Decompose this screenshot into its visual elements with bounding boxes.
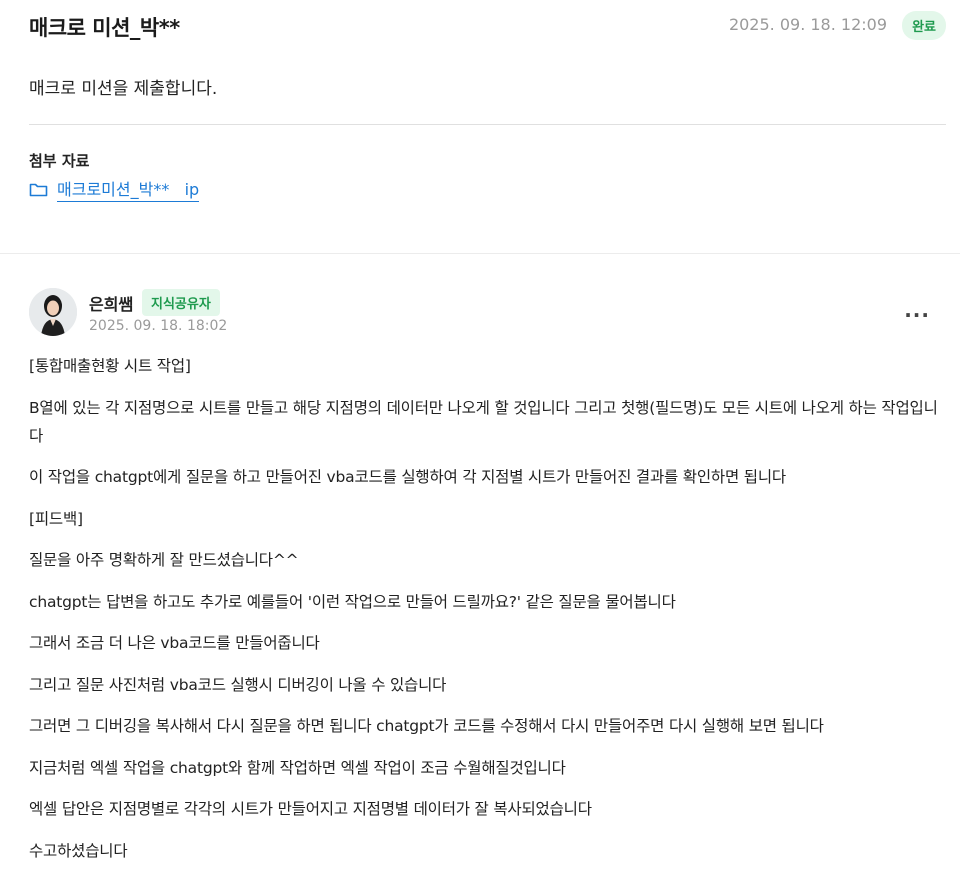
comment-line: B열에 있는 각 지점명으로 시트를 만들고 해당 지점명의 데이터만 나오게 … [29,398,938,445]
comment-line: [통합매출현황 시트 작업] [29,357,191,375]
author-badge: 지식공유자 [142,289,220,316]
comment-line: 그래서 조금 더 나은 vba코드를 만들어줍니다 [29,634,320,652]
comment-line: 그러면 그 디버깅을 복사해서 다시 질문을 하면 됩니다 chatgpt가 코… [29,717,824,735]
comment-line: 지금처럼 엑셀 작업을 chatgpt와 함께 작업하면 엑셀 작업이 조금 수… [29,758,566,777]
avatar-image [29,288,77,336]
post-date: 2025. 09. 18. 12:09 [728,15,887,34]
folder-icon [29,183,48,196]
more-options-button[interactable]: ··· [904,303,930,327]
comment-line: 이 작업을 chatgpt에게 질문을 하고 만들어진 vba코드를 실행하여 … [29,468,786,486]
comment-date: 2025. 09. 18. 18:02 [89,318,228,334]
section-divider [0,253,960,254]
avatar [29,288,77,336]
comment-line: 수고하셨습니다 [29,841,128,860]
post-title: 매크로 미션_박** [29,16,180,40]
divider [29,124,946,125]
status-badge: 완료 [902,11,946,40]
comment-line: 그리고 질문 사진처럼 vba코드 실행시 디버깅이 나올 수 있습니다 [29,675,447,694]
comment-line: [피드백] [29,509,83,528]
comment-line: 엑셀 답안은 지점명별로 각각의 시트가 만들어지고 지점명별 데이터가 잘 복… [29,800,592,818]
post-body: 매크로 미션을 제출합니다. [29,79,218,99]
attachment-link[interactable]: 매크로미션_박** ip [29,176,200,202]
comment-line: 질문을 아주 명확하게 잘 만드셨습니다^^ [29,551,299,569]
attachments-heading: 첨부 자료 [29,152,90,170]
attachment-file-name[interactable]: 매크로미션_박** ip [57,176,200,202]
comment-body: [통합매출현황 시트 작업] B열에 있는 각 지점명으로 시트를 만들고 해당… [29,352,949,878]
comment-author: 은희쌤 [89,295,134,314]
comment-line: chatgpt는 답변을 하고도 추가로 예를들어 '이런 작업으로 만들어 드… [29,592,676,611]
